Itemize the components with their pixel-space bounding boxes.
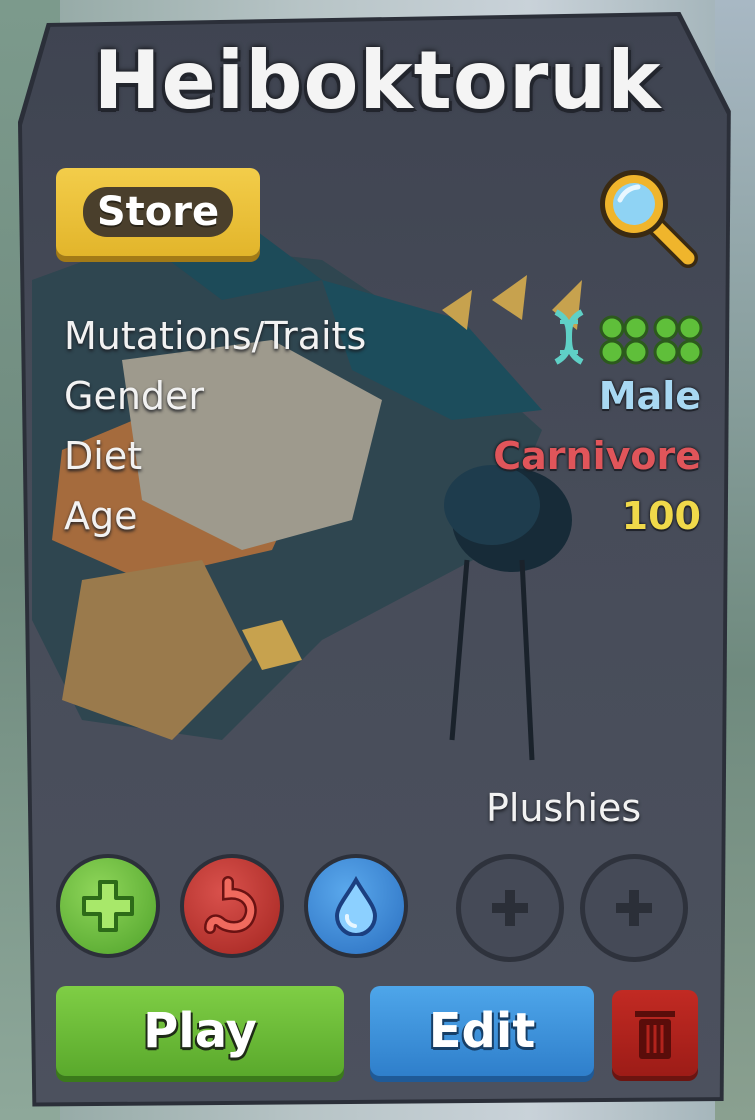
play-button-label: Play	[143, 1003, 257, 1059]
water-drop-icon	[334, 876, 378, 936]
age-label: Age	[64, 494, 138, 538]
edit-button[interactable]: Edit	[370, 986, 594, 1076]
gender-value: Male	[598, 374, 701, 418]
stomach-icon	[204, 876, 257, 934]
trait-cluster-icon	[653, 315, 703, 365]
feed-button[interactable]	[180, 854, 284, 958]
heal-button[interactable]	[56, 854, 160, 958]
mutations-traits-label: Mutations/Traits	[64, 314, 367, 358]
trait-cluster-icon	[599, 315, 649, 365]
plus-icon	[492, 890, 528, 926]
store-button-label: Store	[82, 187, 234, 237]
plushie-slot-1[interactable]	[456, 854, 564, 962]
diet-value: Carnivore	[493, 434, 701, 478]
edit-button-label: Edit	[428, 1003, 536, 1059]
play-button[interactable]: Play	[56, 986, 344, 1076]
water-button[interactable]	[304, 854, 408, 958]
plus-icon	[82, 880, 134, 932]
delete-button[interactable]	[612, 990, 698, 1076]
creature-name: Heiboktoruk	[93, 34, 662, 127]
dna-icon	[554, 309, 584, 365]
plus-icon	[616, 890, 652, 926]
gender-label: Gender	[64, 374, 205, 418]
search-icon[interactable]	[592, 162, 702, 272]
trash-icon	[635, 1011, 675, 1059]
plushies-label: Plushies	[486, 786, 642, 830]
plushie-slot-2[interactable]	[580, 854, 688, 962]
store-button[interactable]: Store	[56, 168, 260, 256]
diet-label: Diet	[64, 434, 143, 478]
age-value: 100	[621, 494, 701, 538]
